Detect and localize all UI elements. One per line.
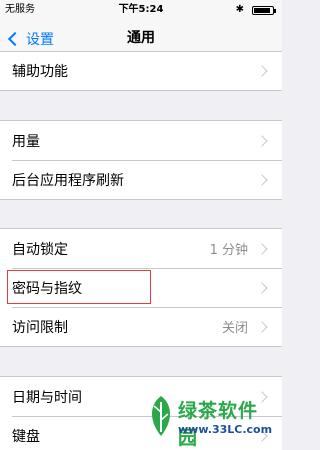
row-label: 自动锁定 [12, 241, 68, 258]
status-bar: 无服务 下午5:24 ✱ [0, 0, 282, 20]
chevron-right-icon [256, 320, 268, 333]
chevron-right-icon [256, 65, 268, 77]
row-label: 访问限制 [12, 319, 68, 336]
row-auto-lock[interactable]: 自动锁定 1 分钟 [0, 229, 282, 268]
group-security: 自动锁定 1 分钟 密码与指纹 访问限制 关闭 [0, 228, 282, 347]
row-label: 密码与指纹 [12, 280, 82, 297]
group-accessibility: 辅助功能 [0, 51, 282, 91]
row-usage[interactable]: 用量 [0, 121, 282, 160]
row-label: 用量 [12, 133, 40, 150]
battery-icon [252, 6, 276, 15]
watermark-url: www.33LC.com [178, 423, 273, 436]
leaf-logo-icon [151, 396, 171, 436]
chevron-right-icon [256, 173, 268, 186]
row-value: 关闭 [221, 321, 248, 336]
watermark: 绿茶软件园 www.33LC.com [146, 392, 276, 449]
row-restrictions[interactable]: 访问限制 关闭 [0, 307, 282, 346]
row-background-refresh[interactable]: 后台应用程序刷新 [0, 160, 282, 199]
bluetooth-icon: ✱ [235, 4, 244, 15]
chevron-right-icon [256, 242, 268, 255]
row-value: 1 分钟 [209, 243, 248, 258]
row-accessibility[interactable]: 辅助功能 [0, 52, 282, 90]
group-usage: 用量 后台应用程序刷新 [0, 120, 282, 200]
row-label: 辅助功能 [12, 64, 68, 80]
battery-fill [254, 8, 271, 13]
row-label: 后台应用程序刷新 [12, 172, 124, 189]
row-passcode-fingerprint[interactable]: 密码与指纹 [0, 268, 282, 307]
chevron-right-icon [256, 281, 268, 294]
chevron-right-icon [256, 134, 268, 147]
